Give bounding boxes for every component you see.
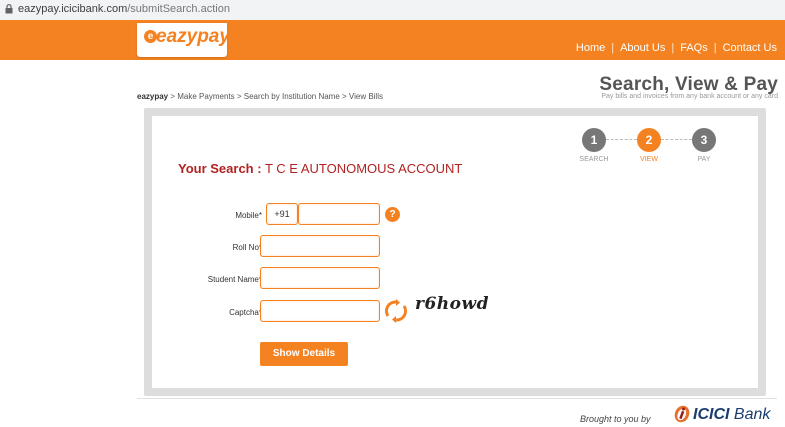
refresh-captcha-icon[interactable] bbox=[384, 299, 408, 323]
footer-divider bbox=[137, 398, 777, 399]
bank-suffix-text: Bank bbox=[729, 406, 771, 423]
browser-address-bar[interactable]: eazypay.icicibank.com/submitSearch.actio… bbox=[0, 0, 785, 21]
page-subtitle: Pay bills and invoices from any bank acc… bbox=[601, 93, 778, 100]
breadcrumb: eazypay > Make Payments > Search by Inst… bbox=[137, 92, 383, 101]
brought-by-text: Brought to you by bbox=[580, 414, 651, 424]
step-3-circle: 3 bbox=[692, 128, 716, 152]
help-icon[interactable]: ? bbox=[385, 207, 400, 222]
lock-icon bbox=[5, 4, 13, 14]
roll-no-label: Roll No* bbox=[232, 243, 262, 252]
mobile-country-code[interactable]: +91 bbox=[266, 203, 298, 225]
top-nav: Home | About Us | FAQs | Contact Us bbox=[576, 42, 777, 54]
captcha-input[interactable] bbox=[260, 300, 380, 322]
search-panel-inner: 1 2 3 SEARCH VIEW PAY Your Search : T C … bbox=[152, 116, 758, 388]
nav-contact-link[interactable]: Contact Us bbox=[723, 42, 777, 54]
step-3-label: PAY bbox=[697, 156, 711, 163]
search-panel: 1 2 3 SEARCH VIEW PAY Your Search : T C … bbox=[144, 108, 766, 396]
show-details-button[interactable]: Show Details bbox=[260, 342, 348, 366]
mobile-label: Mobile* bbox=[235, 211, 262, 220]
nav-separator: | bbox=[611, 42, 615, 54]
nav-faqs-link[interactable]: FAQs bbox=[680, 42, 708, 54]
step-2-circle: 2 bbox=[637, 128, 661, 152]
icici-name-text: ICICI bbox=[693, 406, 730, 423]
captcha-image-text: r6howd bbox=[415, 294, 490, 314]
step-connector bbox=[661, 139, 692, 141]
step-1-label: SEARCH bbox=[579, 156, 609, 163]
address-path: /submitSearch.action bbox=[127, 3, 230, 15]
mobile-input[interactable] bbox=[298, 203, 380, 225]
breadcrumb-root[interactable]: eazypay bbox=[137, 92, 168, 101]
eazypay-logo[interactable]: e eazypay bbox=[137, 23, 230, 57]
nav-separator: | bbox=[713, 42, 717, 54]
icici-bank-name: ICICI Bank bbox=[693, 406, 770, 424]
search-summary-value: T C E AUTONOMOUS ACCOUNT bbox=[261, 161, 463, 176]
captcha-label: Captcha* bbox=[229, 308, 262, 317]
search-summary-label: Your Search : bbox=[178, 161, 262, 176]
step-2-label: VIEW bbox=[640, 156, 658, 163]
address-host: eazypay.icicibank.com bbox=[18, 3, 128, 15]
address-url[interactable]: eazypay.icicibank.com/submitSearch.actio… bbox=[18, 3, 230, 15]
nav-home-link[interactable]: Home bbox=[576, 42, 605, 54]
progress-steps: 1 2 3 SEARCH VIEW PAY bbox=[579, 128, 752, 173]
logo-text: eazypay bbox=[156, 26, 230, 47]
nav-separator: | bbox=[671, 42, 675, 54]
step-connector bbox=[606, 139, 637, 141]
breadcrumb-trail[interactable]: > Make Payments > Search by Institution … bbox=[168, 92, 383, 101]
student-name-label: Student Name* bbox=[207, 275, 262, 284]
student-name-input[interactable] bbox=[260, 267, 380, 289]
roll-no-input[interactable] bbox=[260, 235, 380, 257]
step-1-circle: 1 bbox=[582, 128, 606, 152]
icici-logo-icon bbox=[674, 405, 690, 423]
nav-about-link[interactable]: About Us bbox=[620, 42, 665, 54]
search-summary: Your Search : T C E AUTONOMOUS ACCOUNT bbox=[178, 161, 462, 176]
site-header bbox=[0, 20, 785, 60]
